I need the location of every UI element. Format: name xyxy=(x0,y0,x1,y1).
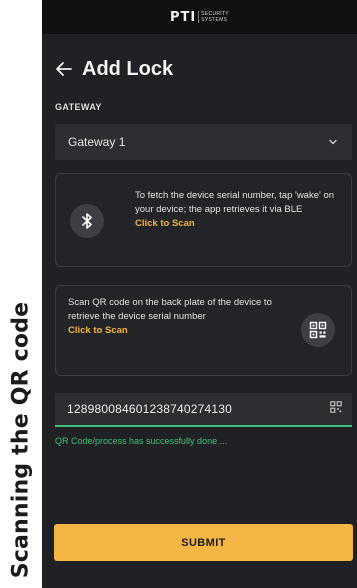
gateway-select[interactable]: Gateway 1 xyxy=(55,124,352,160)
serial-number-field[interactable]: 128980084601238740274130 xyxy=(55,393,352,427)
brand-bar: PTI SECURITY SYSTEMS xyxy=(42,0,357,34)
qr-instructions: Scan QR code on the back plate of the de… xyxy=(68,296,283,338)
side-caption: Scanning the QR code xyxy=(0,0,42,588)
status-message: QR Code/process has successfully done ..… xyxy=(55,436,228,446)
gateway-label: GATEWAY xyxy=(55,102,102,112)
qr-code-icon[interactable] xyxy=(330,400,342,418)
ble-instructions: To fetch the device serial number, tap '… xyxy=(135,189,345,231)
page-header: Add Lock xyxy=(42,52,357,86)
brand-logo: PTI SECURITY SYSTEMS xyxy=(170,10,229,25)
app-screen: PTI SECURITY SYSTEMS Add Lock GATEWAY Ga… xyxy=(42,0,357,588)
chevron-down-icon xyxy=(328,137,338,147)
qr-code-icon[interactable] xyxy=(301,313,335,347)
serial-number-value[interactable]: 128980084601238740274130 xyxy=(67,402,232,416)
ble-instructions-text: To fetch the device serial number, tap '… xyxy=(135,190,335,215)
ble-scan-card[interactable]: To fetch the device serial number, tap '… xyxy=(55,173,352,267)
submit-button[interactable]: SUBMIT xyxy=(54,524,353,561)
bluetooth-icon[interactable] xyxy=(70,204,104,238)
qr-scan-card[interactable]: Scan QR code on the back plate of the de… xyxy=(55,285,352,376)
brand-sub-text: SECURITY SYSTEMS xyxy=(198,11,229,23)
qr-instructions-text: Scan QR code on the back plate of the de… xyxy=(68,297,272,322)
caption-text: Scanning the QR code xyxy=(8,301,34,579)
gateway-selected-value: Gateway 1 xyxy=(68,135,126,149)
page-title: Add Lock xyxy=(82,57,174,80)
brand-main-text: PTI xyxy=(170,9,197,25)
ble-click-to-scan-link[interactable]: Click to Scan xyxy=(135,217,345,231)
qr-click-to-scan-link[interactable]: Click to Scan xyxy=(68,324,283,338)
arrow-left-icon[interactable] xyxy=(54,58,76,80)
